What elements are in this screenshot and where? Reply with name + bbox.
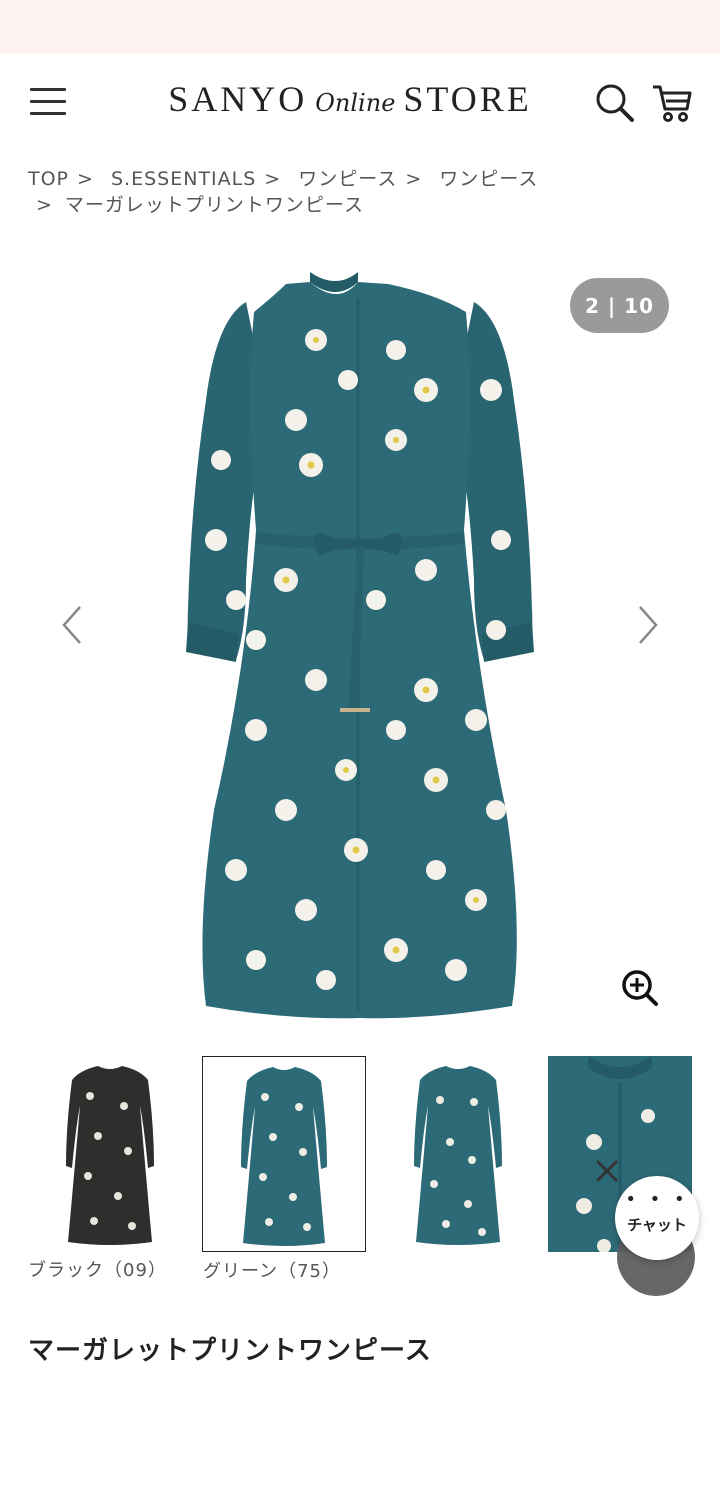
breadcrumb-separator: > — [264, 168, 282, 190]
breadcrumb-onepiece-category[interactable]: ワンピース — [298, 168, 397, 190]
next-image-arrow-icon[interactable] — [632, 600, 664, 650]
thumbnail-label-black: ブラック（09） — [28, 1260, 167, 1281]
breadcrumb-top[interactable]: TOP — [28, 168, 69, 190]
breadcrumb-separator: > — [77, 168, 94, 190]
logo-word-store: STORE — [403, 79, 532, 119]
thumbnail-black[interactable]: ブラック（09） — [28, 1056, 192, 1281]
breadcrumb-current-product[interactable]: マーガレットプリントワンピース — [65, 194, 364, 216]
chat-dots-icon: • • • — [625, 1189, 689, 1210]
image-counter: 2 | 10 — [570, 278, 669, 333]
thumbnail-green-back[interactable] — [376, 1056, 540, 1252]
thumbnail-label-green: グリーン（75） — [203, 1261, 342, 1282]
breadcrumb-separator: > — [36, 194, 53, 216]
zoom-in-icon[interactable] — [620, 968, 660, 1008]
close-icon[interactable] — [594, 1158, 620, 1184]
breadcrumb-separator: > — [405, 168, 423, 190]
product-main-image[interactable] — [96, 250, 624, 1030]
thumbnail-green-selected[interactable]: グリーン（75） — [202, 1056, 366, 1282]
logo-word-online: Online — [315, 89, 396, 117]
site-header: SANYO Online STORE — [0, 54, 720, 154]
site-logo[interactable]: SANYO Online STORE — [168, 78, 532, 132]
breadcrumb-onepiece-subcategory[interactable]: ワンピース — [439, 168, 538, 190]
logo-word-sanyo: SANYO — [168, 79, 308, 119]
search-icon[interactable] — [594, 82, 636, 124]
top-banner — [0, 0, 720, 54]
cart-icon[interactable] — [650, 82, 694, 124]
hamburger-menu-icon[interactable] — [28, 86, 68, 118]
breadcrumb: TOP > S.ESSENTIALS > ワンピース > ワンピース > マーガレットプ… — [28, 166, 698, 218]
breadcrumb-s-essentials[interactable]: S.ESSENTIALS — [111, 168, 256, 190]
previous-image-arrow-icon[interactable] — [56, 600, 88, 650]
chat-button[interactable]: • • • チャット — [615, 1176, 699, 1260]
product-title: マーガレットプリントワンピース — [28, 1336, 432, 1366]
chat-label: チャット — [627, 1216, 687, 1234]
